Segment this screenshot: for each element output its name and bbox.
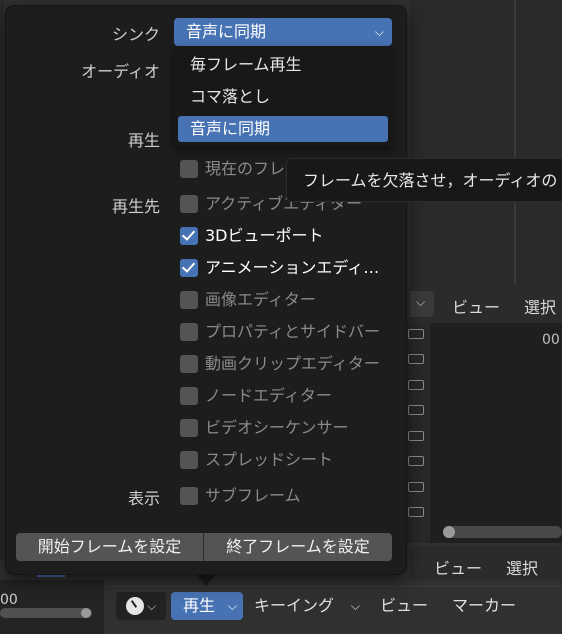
menu-select[interactable]: 選択 — [524, 294, 556, 318]
chevron-down-icon: ⌵ — [350, 599, 360, 613]
marker-menu[interactable]: マーカー — [446, 592, 522, 620]
checkbox-label: サブフレーム — [205, 486, 301, 505]
menu-select[interactable]: 選択 — [506, 555, 538, 579]
keying-menu-label: キーイング — [254, 596, 335, 615]
playback-label: 再生 — [127, 131, 160, 150]
keying-menu-button[interactable]: キーイング ⌵ — [246, 592, 364, 620]
audio-label: オーディオ — [81, 62, 160, 81]
right-top-area — [410, 0, 562, 285]
frame-number: 00 — [542, 332, 560, 348]
frame-button-group: 開始フレームを設定 終了フレームを設定 — [16, 533, 392, 561]
value-text: 00 — [0, 592, 18, 608]
clock-icon — [126, 597, 144, 615]
slider-knob[interactable] — [81, 608, 91, 618]
checkbox-checked[interactable] — [180, 227, 198, 245]
editor-header-top: ⌵ ビュー 選択 — [410, 285, 562, 323]
play-in-label: 再生先 — [111, 197, 160, 216]
sync-dropdown-menu: 毎フレーム再生 コマ落とし 音声に同期 — [174, 46, 392, 146]
horizontal-scrollbar[interactable] — [443, 526, 562, 538]
checkbox-label: プロパティとサイドバー — [205, 322, 381, 341]
playback-menu-button[interactable]: 再生 ⌵ — [171, 592, 243, 620]
channel-icon[interactable] — [408, 405, 424, 415]
channel-icon[interactable] — [408, 329, 424, 339]
editor-type-selector[interactable]: ⌵ — [116, 592, 166, 620]
area-divider — [514, 0, 516, 285]
timeline-header: ⌵ 再生 ⌵ キーイング ⌵ ビュー マーカー — [108, 586, 562, 625]
left-bottom-area: 00 — [0, 580, 104, 634]
checkbox-label: 3Dビューポート — [205, 226, 324, 245]
checkbox-label: ノードエディター — [205, 386, 332, 405]
display-label: 表示 — [127, 489, 160, 508]
slider-track[interactable] — [0, 608, 92, 618]
graph-area[interactable]: 00 — [430, 323, 562, 543]
channel-icon[interactable] — [408, 354, 424, 364]
set-start-frame-button[interactable]: 開始フレームを設定 — [16, 533, 203, 561]
checkbox[interactable] — [180, 160, 198, 178]
checkbox[interactable] — [180, 291, 198, 309]
sync-label: シンク — [111, 25, 160, 44]
left-edge — [0, 0, 4, 560]
checkbox[interactable] — [180, 451, 198, 469]
channel-column — [405, 323, 430, 543]
view-menu[interactable]: ビュー — [374, 592, 434, 620]
set-end-frame-button[interactable]: 終了フレームを設定 — [204, 533, 392, 561]
checkbox-label: 現在のフレ — [205, 159, 286, 178]
channel-icon[interactable] — [408, 507, 424, 517]
menu-item-play-every-frame[interactable]: 毎フレーム再生 — [178, 52, 388, 78]
channel-icon[interactable] — [408, 482, 424, 492]
chevron-down-icon[interactable]: ⌵ — [410, 291, 434, 317]
channel-icon[interactable] — [408, 380, 424, 390]
checkbox[interactable] — [180, 195, 198, 213]
menu-item-sync-to-audio[interactable]: 音声に同期 — [178, 116, 388, 142]
checkbox-label: アニメーションエディ… — [205, 258, 380, 277]
menu-view[interactable]: ビュー — [452, 294, 500, 318]
checkbox-checked[interactable] — [180, 259, 198, 277]
chevron-down-icon: ⌵ — [374, 25, 384, 39]
editor-header-bottom: ビュー 選択 — [410, 546, 562, 580]
popover-arrow — [196, 574, 216, 586]
chevron-down-icon: ⌵ — [147, 599, 157, 613]
playback-menu-label: 再生 — [183, 596, 216, 615]
checkbox[interactable] — [180, 487, 198, 505]
checkbox[interactable] — [180, 387, 198, 405]
checkbox[interactable] — [180, 419, 198, 437]
channel-icon[interactable] — [408, 431, 424, 441]
tooltip: フレームを欠落させ，オーディオの — [286, 158, 562, 202]
checkbox-label: スプレッドシート — [205, 450, 334, 469]
menu-item-frame-dropping[interactable]: コマ落とし — [178, 84, 388, 110]
checkbox-label: ビデオシーケンサー — [205, 418, 349, 437]
channel-icon[interactable] — [408, 456, 424, 466]
checkbox[interactable] — [180, 355, 198, 373]
chevron-down-icon: ⌵ — [227, 599, 237, 613]
checkbox-label: 動画クリップエディター — [205, 354, 380, 373]
sync-select-value: 音声に同期 — [186, 22, 267, 41]
scrollbar-knob[interactable] — [443, 526, 455, 538]
sync-select[interactable]: 音声に同期 ⌵ — [174, 18, 392, 46]
checkbox[interactable] — [180, 323, 198, 341]
menu-view[interactable]: ビュー — [434, 555, 482, 579]
checkbox-label: 画像エディター — [205, 290, 316, 309]
